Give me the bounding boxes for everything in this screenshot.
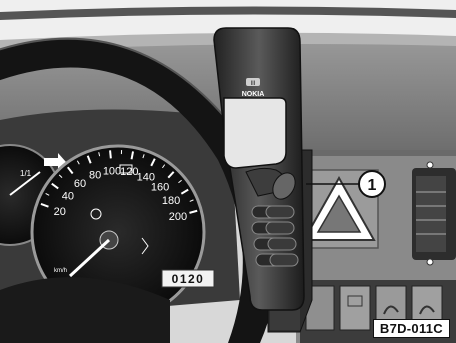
tachometer-label: 1/1	[20, 169, 32, 178]
phone-brand: NOKIA	[242, 91, 265, 98]
dashboard-drawing: 1/1 20406080 100 120140160180200 km/h 0120…	[0, 0, 456, 343]
svg-text:III: III	[250, 81, 255, 87]
speed-tick-label: 100	[103, 165, 121, 177]
speed-tick-label: 160	[151, 181, 169, 193]
speed-tick-label: 180	[162, 195, 180, 207]
speed-unit: km/h	[54, 268, 67, 274]
phone-screen	[223, 97, 287, 169]
air-vent[interactable]	[412, 161, 456, 266]
speed-tick-label: 40	[62, 190, 74, 202]
dashboard-illustration: 1/1 20 40 60 80 100 120 140 160 180 200 km/h 0120…	[0, 0, 456, 343]
speed-tick-label: 80	[89, 169, 101, 181]
speed-tick-label: 20	[54, 206, 66, 218]
heated-window-switch[interactable]	[339, 285, 371, 331]
speed-tick-major	[109, 150, 112, 159]
speed-tick-label: 60	[74, 178, 86, 190]
speed-tick-label: 200	[169, 211, 187, 223]
callout-number: 1	[368, 177, 377, 194]
figure-code-label: B7D-011C	[372, 319, 450, 338]
odometer-value: 0120	[172, 272, 205, 286]
